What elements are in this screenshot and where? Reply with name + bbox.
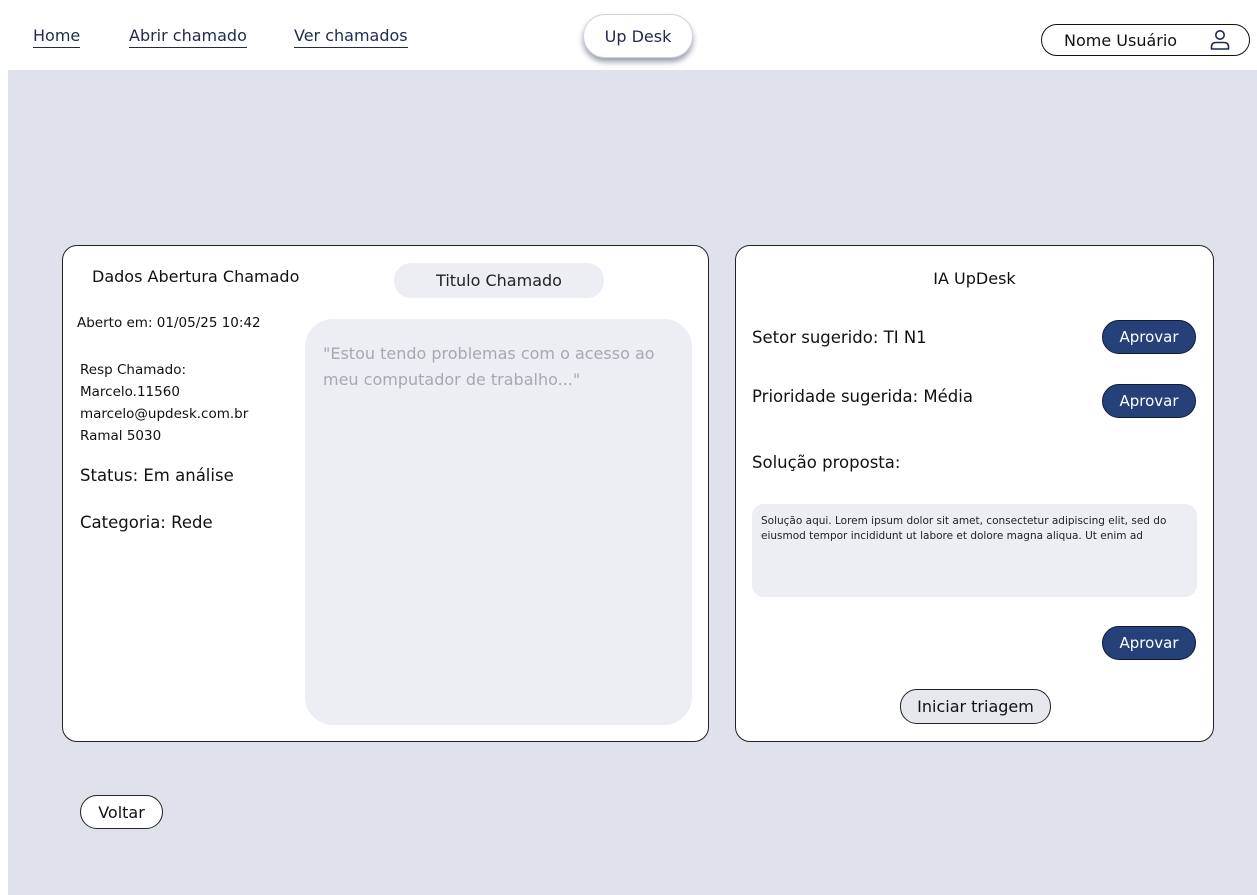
user-menu[interactable]: Nome Usuário: [1041, 24, 1250, 56]
approve-solution-button[interactable]: Aprovar: [1102, 626, 1196, 660]
proposed-solution-label: Solução proposta:: [752, 453, 901, 472]
ticket-description-box[interactable]: "Estou tendo problemas com o acesso ao m…: [305, 319, 692, 725]
status-text: Status: Em análise: [80, 466, 234, 485]
brand-label: Up Desk: [604, 26, 672, 46]
opened-at-text: Aberto em: 01/05/25 10:42: [77, 315, 261, 331]
responsible-email: marcelo@updesk.com.br: [80, 406, 249, 422]
ticket-description-text: "Estou tendo problemas com o acesso ao m…: [323, 344, 655, 389]
suggested-sector-text: Setor sugerido: TI N1: [752, 328, 927, 347]
ticket-title-field[interactable]: Titulo Chamado: [394, 263, 604, 298]
approve-sector-button[interactable]: Aprovar: [1102, 320, 1196, 354]
proposed-solution-box[interactable]: Solução aqui. Lorem ipsum dolor sit amet…: [752, 504, 1197, 597]
top-navbar: Home Abrir chamado Ver chamados Up Desk …: [0, 0, 1257, 70]
responsible-extension: Ramal 5030: [80, 428, 162, 444]
ticket-title-label: Titulo Chamado: [436, 271, 562, 290]
ai-updesk-card: IA UpDesk Setor sugerido: TI N1 Aprovar …: [735, 245, 1214, 742]
responsible-block: Resp Chamado: Marcelo.11560 marcelo@upde…: [80, 359, 248, 447]
responsible-label: Resp Chamado:: [80, 362, 187, 378]
brand-logo[interactable]: Up Desk: [583, 14, 693, 58]
approve-priority-button[interactable]: Aprovar: [1102, 384, 1196, 418]
nav-link-open-ticket[interactable]: Abrir chamado: [129, 26, 247, 48]
user-name: Nome Usuário: [1064, 31, 1178, 50]
nav-link-home[interactable]: Home: [33, 26, 81, 48]
suggested-priority-text: Prioridade sugerida: Média: [752, 387, 973, 406]
start-triage-button[interactable]: Iniciar triagem: [900, 689, 1051, 724]
ticket-section-title: Dados Abertura Chamado: [92, 267, 300, 286]
responsible-user: Marcelo.11560: [80, 384, 180, 400]
category-text: Categoria: Rede: [80, 513, 213, 532]
proposed-solution-text: Solução aqui. Lorem ipsum dolor sit amet…: [761, 515, 1167, 542]
user-icon: [1210, 30, 1230, 50]
ai-card-title: IA UpDesk: [933, 269, 1016, 288]
back-button[interactable]: Voltar: [80, 795, 163, 829]
ticket-details-card: Dados Abertura Chamado Titulo Chamado Ab…: [62, 245, 709, 742]
nav-link-view-tickets[interactable]: Ver chamados: [294, 26, 408, 48]
